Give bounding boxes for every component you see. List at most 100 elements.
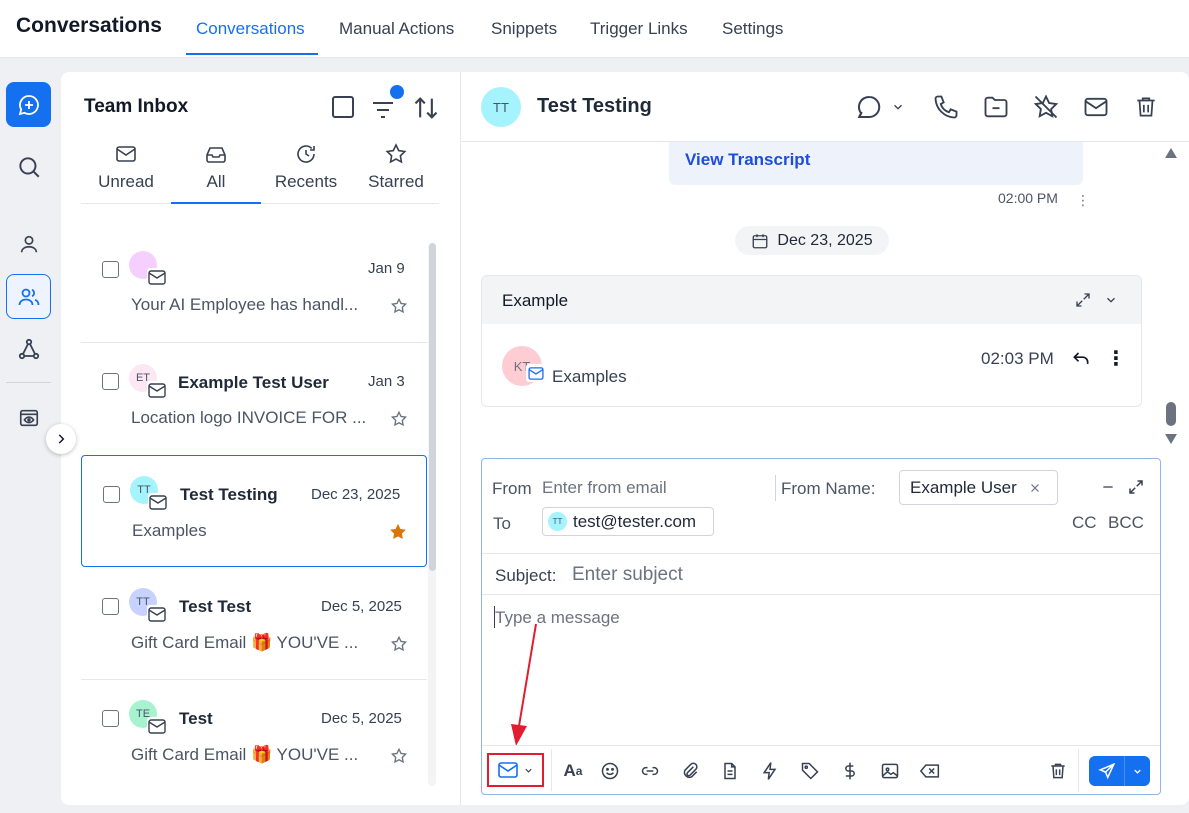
contact-name[interactable]: Test Testing bbox=[537, 95, 652, 118]
from-email-input[interactable]: Enter from email bbox=[542, 478, 667, 498]
subject-label: Subject: bbox=[495, 566, 557, 585]
scroll-up-arrow-icon[interactable] bbox=[1164, 147, 1178, 159]
tab-manual-actions[interactable]: Manual Actions bbox=[339, 19, 454, 39]
mark-unread-button[interactable] bbox=[1081, 92, 1111, 122]
star-filled-icon[interactable] bbox=[389, 523, 407, 541]
workflows-button[interactable] bbox=[6, 326, 51, 371]
text-format-icon[interactable]: Aa bbox=[561, 759, 585, 783]
calendar-icon bbox=[752, 233, 768, 248]
expand-icon[interactable] bbox=[1074, 291, 1092, 309]
row-checkbox[interactable] bbox=[102, 261, 119, 278]
star-icon[interactable] bbox=[390, 297, 408, 315]
message-options-icon[interactable]: ⋮ bbox=[1076, 192, 1090, 209]
tab-conversations[interactable]: Conversations bbox=[196, 19, 305, 39]
payment-button[interactable] bbox=[838, 759, 862, 783]
expand-icon[interactable] bbox=[1127, 478, 1145, 496]
email-thread-card[interactable]: Example KT Examples 02:03 PM ⋮ bbox=[481, 275, 1142, 407]
folder-minus-icon bbox=[984, 96, 1008, 118]
move-folder-button[interactable] bbox=[981, 92, 1011, 122]
delete-conversation-button[interactable] bbox=[1131, 92, 1161, 122]
minimize-icon[interactable] bbox=[1101, 480, 1115, 494]
send-main[interactable] bbox=[1089, 762, 1124, 780]
top-bar: Conversations Conversations Manual Actio… bbox=[0, 0, 1189, 58]
row-checkbox[interactable] bbox=[102, 598, 119, 615]
preview-button[interactable] bbox=[6, 395, 51, 440]
trigger-button[interactable] bbox=[758, 759, 782, 783]
scroll-down-arrow-icon[interactable] bbox=[1164, 433, 1178, 445]
tab-trigger-links[interactable]: Trigger Links bbox=[590, 19, 688, 39]
cc-button[interactable]: CC bbox=[1072, 513, 1097, 533]
messages-scrollbar-thumb[interactable] bbox=[1166, 402, 1176, 426]
more-options-icon[interactable]: ⋮ bbox=[1106, 346, 1126, 371]
eye-window-icon bbox=[19, 409, 38, 426]
email-card-header[interactable] bbox=[482, 276, 1141, 324]
users-icon bbox=[18, 288, 39, 305]
document-icon bbox=[724, 762, 736, 780]
chevron-down-icon bbox=[894, 104, 902, 110]
ai-agent-dropdown[interactable] bbox=[851, 92, 907, 122]
tab-snippets[interactable]: Snippets bbox=[491, 19, 557, 39]
image-button[interactable] bbox=[878, 759, 902, 783]
filter-tab-starred[interactable]: Starred bbox=[351, 142, 441, 192]
row-preview: Your AI Employee has handl... bbox=[131, 295, 359, 314]
filter-tab-recents[interactable]: Recents bbox=[261, 142, 351, 192]
chevron-down-icon[interactable] bbox=[1104, 293, 1118, 307]
row-date: Jan 9 bbox=[368, 260, 405, 277]
unstar-button[interactable] bbox=[1031, 92, 1061, 122]
paperclip-icon bbox=[683, 762, 698, 779]
inbox-tray-icon bbox=[206, 147, 226, 163]
expand-sidebar-button[interactable] bbox=[46, 424, 76, 454]
clock-history-icon bbox=[297, 145, 315, 163]
send-icon bbox=[1097, 762, 1115, 780]
row-name: Test Test bbox=[179, 597, 252, 616]
image-icon bbox=[881, 763, 899, 779]
tag-button[interactable] bbox=[798, 759, 822, 783]
star-icon[interactable] bbox=[390, 410, 408, 428]
rail-divider bbox=[6, 382, 51, 383]
reply-icon[interactable] bbox=[1071, 348, 1091, 368]
mail-icon bbox=[497, 762, 518, 778]
conversation-row[interactable]: Jan 9 Your AI Employee has handl... bbox=[81, 231, 427, 343]
call-button[interactable] bbox=[931, 92, 961, 122]
star-icon[interactable] bbox=[390, 635, 408, 653]
attach-button[interactable] bbox=[678, 759, 702, 783]
row-checkbox[interactable] bbox=[102, 373, 119, 390]
clear-button[interactable] bbox=[918, 759, 942, 783]
to-recipient-chip[interactable]: TT test@tester.com bbox=[542, 507, 714, 536]
filter-tab-unread[interactable]: Unread bbox=[81, 142, 171, 192]
view-transcript-link[interactable]: View Transcript bbox=[685, 150, 810, 170]
discard-button[interactable] bbox=[1046, 759, 1070, 783]
row-checkbox[interactable] bbox=[102, 710, 119, 727]
bcc-button[interactable]: BCC bbox=[1108, 513, 1144, 533]
tab-settings[interactable]: Settings bbox=[722, 19, 783, 39]
close-icon[interactable] bbox=[1029, 482, 1041, 494]
team-inbox-button[interactable] bbox=[6, 274, 51, 319]
channel-selector-button[interactable] bbox=[487, 753, 544, 787]
row-checkbox[interactable] bbox=[103, 486, 120, 503]
conversation-row[interactable]: TE Test Dec 5, 2025 Gift Card Email 🎁 YO… bbox=[81, 680, 427, 792]
mail-icon bbox=[147, 268, 167, 286]
chevron-down-icon bbox=[524, 768, 532, 773]
emoji-button[interactable] bbox=[598, 759, 622, 783]
from-name-label: From Name: bbox=[781, 479, 876, 498]
new-conversation-button[interactable] bbox=[6, 82, 51, 127]
subject-input[interactable]: Enter subject bbox=[572, 564, 683, 586]
send-options[interactable] bbox=[1125, 766, 1150, 777]
conversation-row[interactable]: ET Example Test User Jan 3 Location logo… bbox=[81, 344, 427, 456]
insert-link-button[interactable] bbox=[638, 759, 662, 783]
conversation-row-selected[interactable]: TT Test Testing Dec 23, 2025 Examples bbox=[81, 455, 427, 567]
filter-button[interactable] bbox=[370, 85, 404, 122]
select-all-checkbox[interactable] bbox=[332, 96, 354, 118]
from-name-chip[interactable]: Example User bbox=[899, 470, 1058, 505]
filter-tab-all[interactable]: All bbox=[171, 142, 261, 192]
search-button[interactable] bbox=[6, 144, 51, 189]
recipient-avatar: TT bbox=[548, 512, 567, 531]
star-icon[interactable] bbox=[390, 747, 408, 765]
inbox-scrollbar-thumb[interactable] bbox=[429, 243, 436, 571]
contacts-button[interactable] bbox=[6, 221, 51, 266]
conversation-row[interactable]: TT Test Test Dec 5, 2025 Gift Card Email… bbox=[81, 568, 427, 680]
send-button[interactable] bbox=[1089, 756, 1150, 786]
dollar-icon bbox=[845, 762, 855, 780]
sort-button[interactable] bbox=[412, 94, 440, 122]
template-button[interactable] bbox=[718, 759, 742, 783]
